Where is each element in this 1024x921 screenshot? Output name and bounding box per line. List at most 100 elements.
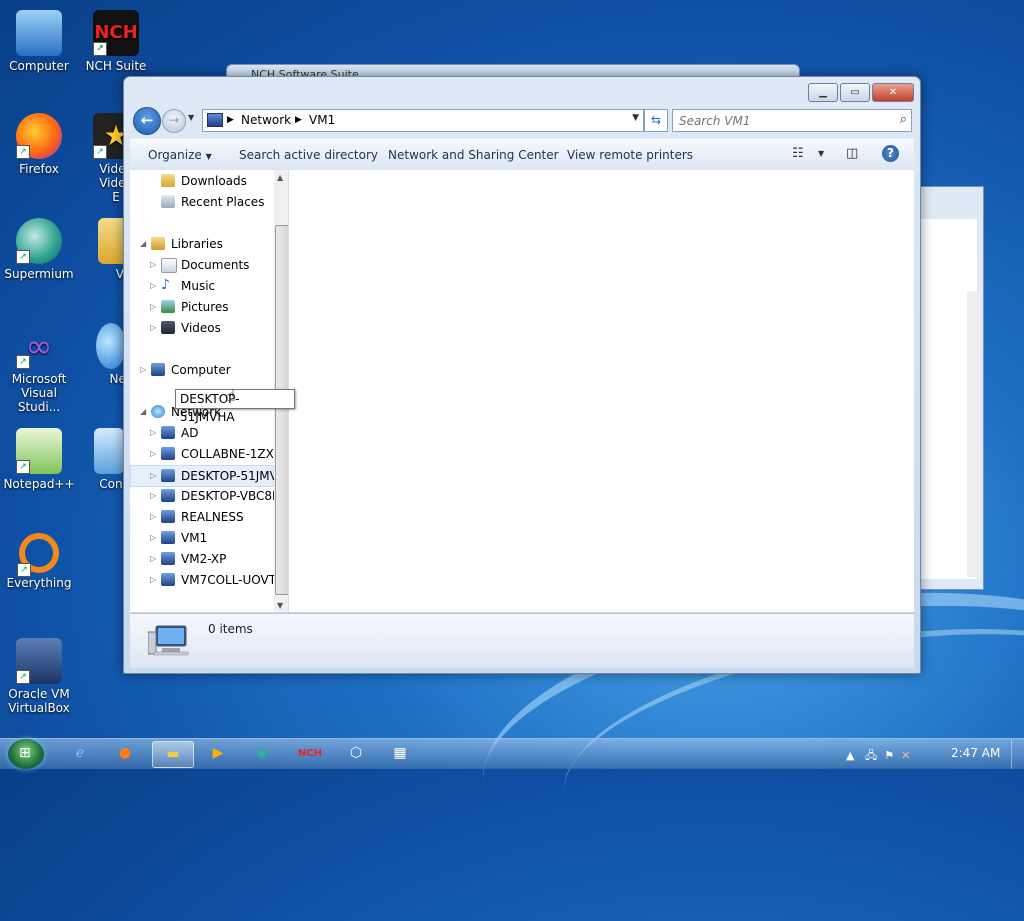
search-input[interactable] [677,112,881,129]
show-hidden-icons-icon[interactable]: ▲ [846,749,854,762]
media-player-icon: ▶ [212,745,224,761]
tree-item-recent-places[interactable]: Recent Places [130,192,274,212]
background-window-right[interactable] [918,186,984,590]
breadcrumb-vm1[interactable]: VM1 [309,113,335,127]
desktop-icon-computer[interactable]: Computer [1,10,77,73]
breadcrumb-network[interactable]: Network [241,113,291,127]
chevron-down-icon[interactable]: ▼ [818,149,824,158]
network-sharing-center-button[interactable]: Network and Sharing Center [388,148,559,162]
collapsed-triangle-icon[interactable]: ▷ [150,528,156,548]
view-options-icon[interactable]: ☷ [792,146,804,161]
tree-item-videos[interactable]: ▷ Videos [130,318,274,338]
explorer-window[interactable]: ▁ ▭ ✕ ← → ▼ ▶ Network ▶ VM1 ▼ ⇆ ⌕ Organi… [123,76,921,674]
tree-item-pictures[interactable]: ▷ Pictures [130,297,274,317]
clock[interactable]: 2:47 AM [951,746,1000,760]
maximize-button[interactable]: ▭ [840,83,870,102]
tree-item-label: Videos [181,321,221,335]
collapsed-triangle-icon[interactable]: ▷ [150,318,156,338]
back-button[interactable]: ← [133,107,161,135]
tree-item-host[interactable]: ▷ VM2-XP [130,549,274,569]
collapsed-triangle-icon[interactable]: ▷ [150,486,156,506]
tree-item-host-selected[interactable]: ▷ DESKTOP-51JMVHA [130,465,288,487]
breadcrumb-chevron-icon: ▶ [295,115,302,125]
breadcrumb-chevron-icon: ▶ [227,115,234,125]
network-computer-icon [207,113,223,127]
collapsed-triangle-icon[interactable]: ▷ [150,444,156,464]
expanded-triangle-icon[interactable]: ◢ [140,402,146,422]
taskbar-firefox-button[interactable]: ● [105,741,145,766]
tree-item-libraries[interactable]: ◢ Libraries [130,234,274,254]
tree-item-downloads[interactable]: Downloads [130,171,274,191]
taskbar: ⊞ ℯ ● ▬ ▶ ◉ NCH ⬡ ▦ ▲ 🖧 ⚑ ✕ 2:47 AM [0,738,1024,769]
search-box[interactable]: ⌕ [672,109,912,132]
recent-places-icon [161,195,175,208]
tree-item-computer[interactable]: ▷ Computer [130,360,274,380]
search-icon[interactable]: ⌕ [900,112,907,127]
show-desktop-button[interactable] [1011,739,1024,769]
tree-item-music[interactable]: ▷ ♪ Music [130,276,274,296]
desktop-icon-visual-studio[interactable]: ∞ ↗ Microsoft Visual Studi... [1,323,77,414]
collapsed-triangle-icon[interactable]: ▷ [150,276,156,296]
collapsed-triangle-icon[interactable]: ▷ [140,360,146,380]
desktop-icon-firefox[interactable]: ↗ Firefox [1,113,77,176]
tree-item-host[interactable]: ▷ REALNESS [130,507,274,527]
computer-icon [16,10,62,56]
collapsed-triangle-icon[interactable]: ▷ [150,549,156,569]
preview-pane-icon[interactable]: ◫ [846,146,858,161]
search-active-directory-button[interactable]: Search active directory [239,148,378,162]
navigation-bar: ← → ▼ ▶ Network ▶ VM1 ▼ ⇆ ⌕ [130,105,914,135]
libraries-icon [151,237,165,250]
scrollbar[interactable] [967,291,981,577]
collapsed-triangle-icon[interactable]: ▷ [150,466,156,486]
firefox-icon: ↗ [16,113,62,159]
forward-button[interactable]: → [162,109,186,133]
desktop-icon-nch-suite[interactable]: NCH ↗ NCH Suite [78,10,154,73]
collapsed-triangle-icon[interactable]: ▷ [150,297,156,317]
start-button[interactable]: ⊞ [8,739,44,769]
tree-item-host[interactable]: ▷ VM1 [130,528,274,548]
minimize-button[interactable]: ▁ [808,83,838,102]
scroll-down-icon[interactable]: ▼ [277,601,283,610]
desktop-icon-virtualbox[interactable]: ↗ Oracle VM VirtualBox [1,638,77,715]
desktop-icon-supermium[interactable]: ↗ Supermium [1,218,77,281]
flag-icon[interactable]: ⚑ [884,749,894,762]
expanded-triangle-icon[interactable]: ◢ [140,234,146,254]
windows-logo-icon: ⊞ [19,745,31,761]
history-dropdown-button[interactable]: ▼ [188,113,194,122]
taskbar-control-panel-button[interactable]: ▦ [380,741,420,766]
view-remote-printers-button[interactable]: View remote printers [567,148,693,162]
collapsed-triangle-icon[interactable]: ▷ [150,423,156,443]
desktop-icon-label: Notepad++ [3,477,75,491]
network-tray-icon[interactable]: 🖧 [865,749,877,762]
tree-item-host[interactable]: ▷ VM7COLL-UOVT [130,570,276,590]
tree-item-documents[interactable]: ▷ Documents [130,255,274,275]
desktop-icon-everything[interactable]: ↗ Everything [1,533,77,590]
scrollbar-thumb[interactable] [275,225,288,595]
taskbar-explorer-button[interactable]: ▬ [152,741,194,768]
taskbar-media-button[interactable]: ▶ [198,741,238,766]
scroll-up-icon[interactable]: ▲ [277,173,283,182]
refresh-button[interactable]: ⇆ [644,109,668,132]
chevron-down-icon[interactable]: ▼ [632,113,639,123]
tree-item-host[interactable]: ▷ DESKTOP-VBC8B [130,486,280,506]
volume-muted-icon[interactable]: ✕ [901,749,910,762]
desktop-icon-notepadpp[interactable]: ↗ Notepad++ [1,428,77,491]
collapsed-triangle-icon[interactable]: ▷ [150,570,156,590]
file-list-area[interactable] [289,170,914,612]
help-icon[interactable]: ? [882,145,899,162]
taskbar-supermium-button[interactable]: ◉ [242,741,282,766]
collapsed-triangle-icon[interactable]: ▷ [150,507,156,527]
network-computer-icon [161,469,175,482]
network-computer-icon [161,489,175,502]
address-bar[interactable]: ▶ Network ▶ VM1 ▼ [202,109,644,132]
tree-item-host[interactable]: ▷ AD [130,423,274,443]
documents-icon [161,258,177,273]
collapsed-triangle-icon[interactable]: ▷ [150,255,156,275]
tree-item-host[interactable]: ▷ COLLABNE-1ZX7 [130,444,282,464]
close-button[interactable]: ✕ [872,83,914,102]
organize-button[interactable]: Organize ▼ [148,148,212,162]
folder-icon: ▬ [166,746,180,762]
taskbar-nch-button[interactable]: NCH [290,741,330,766]
taskbar-virtualbox-button[interactable]: ⬡ [336,741,376,766]
taskbar-ie-button[interactable]: ℯ [60,741,100,766]
